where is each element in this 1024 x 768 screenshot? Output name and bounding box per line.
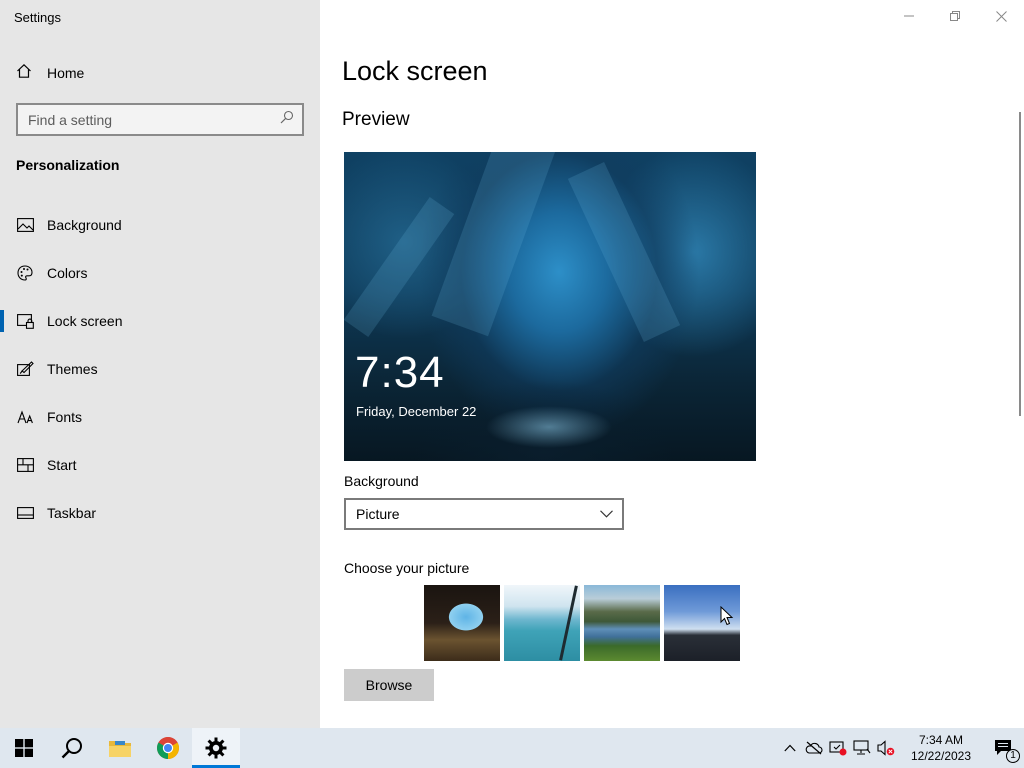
minimize-button[interactable] <box>886 0 932 32</box>
taskbar-time: 7:34 AM <box>918 733 964 747</box>
gear-icon <box>205 737 227 759</box>
restore-icon <box>950 11 960 21</box>
page-title: Lock screen <box>342 56 488 86</box>
browse-button[interactable]: Browse <box>344 669 434 701</box>
taskbar-clock[interactable]: 7:34 AM 12/22/2023 <box>904 732 978 764</box>
folder-icon <box>109 741 131 757</box>
action-center-button[interactable]: 1 <box>984 728 1024 768</box>
picture-thumbnail[interactable] <box>584 585 660 661</box>
network-icon <box>853 740 871 755</box>
chevron-down-icon <box>600 510 613 518</box>
themes-icon <box>16 360 34 378</box>
home-label: Home <box>47 65 85 81</box>
scrollbar[interactable] <box>1019 112 1021 416</box>
sidebar-nav: Background Colors Lock screen Themes Fon… <box>0 201 320 537</box>
fonts-icon <box>16 408 34 426</box>
preview-time: 7:34 <box>355 348 445 397</box>
show-hidden-icons-button[interactable] <box>778 728 802 768</box>
sidebar-item-start[interactable]: Start <box>0 441 320 489</box>
minimize-icon <box>904 15 914 17</box>
sidebar-item-label: Lock screen <box>47 313 123 329</box>
sidebar-item-label: Themes <box>47 361 98 377</box>
search-input[interactable] <box>28 111 268 128</box>
close-icon <box>995 10 1007 22</box>
search-box[interactable] <box>16 103 304 136</box>
chrome-button[interactable] <box>144 728 192 768</box>
sidebar-item-colors[interactable]: Colors <box>0 249 320 297</box>
mouse-cursor-icon <box>720 606 734 626</box>
sidebar-item-label: Fonts <box>47 409 83 425</box>
chevron-up-icon <box>784 744 796 752</box>
background-label: Background <box>344 473 419 489</box>
background-dropdown[interactable]: Picture <box>344 498 624 530</box>
palette-icon <box>16 264 34 282</box>
sidebar-item-label: Start <box>47 457 77 473</box>
windows-logo-icon <box>15 739 33 757</box>
preview-heading: Preview <box>342 109 410 130</box>
file-explorer-button[interactable] <box>96 728 144 768</box>
sidebar-item-taskbar[interactable]: Taskbar <box>0 489 320 537</box>
close-button[interactable] <box>978 0 1024 32</box>
lock-screen-icon <box>16 312 34 330</box>
picture-thumbnail[interactable] <box>504 585 580 661</box>
lock-screen-preview: 7:34 Friday, December 22 <box>344 152 756 461</box>
security-tray-button[interactable] <box>826 728 850 768</box>
system-tray: 7:34 AM 12/22/2023 1 <box>778 728 1024 768</box>
sidebar-item-label: Background <box>47 217 122 233</box>
preview-date: Friday, December 22 <box>356 404 477 419</box>
home-icon <box>16 63 32 84</box>
section-title: Personalization <box>16 157 120 173</box>
restore-button[interactable] <box>932 0 978 32</box>
search-icon <box>61 738 82 759</box>
sidebar-item-label: Taskbar <box>47 505 97 521</box>
settings-taskbar-button[interactable] <box>192 728 240 768</box>
picture-thumbnail[interactable] <box>424 585 500 661</box>
sidebar-item-lock-screen[interactable]: Lock screen <box>0 297 320 345</box>
picture-icon <box>16 216 34 234</box>
network-tray-button[interactable] <box>850 728 874 768</box>
sidebar: Settings Home Personalization Background… <box>0 0 320 728</box>
taskbar-icon <box>16 504 34 522</box>
cloud-offline-icon <box>805 741 823 755</box>
home-button[interactable]: Home <box>16 62 84 84</box>
sidebar-item-label: Colors <box>47 265 88 281</box>
picture-thumbnails <box>424 585 740 661</box>
chrome-icon <box>157 737 179 759</box>
search-icon[interactable] <box>280 110 294 129</box>
sidebar-item-themes[interactable]: Themes <box>0 345 320 393</box>
notification-count-badge: 1 <box>1006 749 1020 763</box>
background-dropdown-value: Picture <box>356 506 400 522</box>
volume-muted-icon <box>877 740 895 756</box>
onedrive-tray-button[interactable] <box>802 728 826 768</box>
sidebar-item-fonts[interactable]: Fonts <box>0 393 320 441</box>
app-title: Settings <box>14 10 61 25</box>
security-alert-icon <box>829 741 847 756</box>
start-button[interactable] <box>0 728 48 768</box>
start-icon <box>16 456 34 474</box>
choose-picture-label: Choose your picture <box>344 560 470 576</box>
search-taskbar-button[interactable] <box>48 728 96 768</box>
volume-tray-button[interactable] <box>874 728 898 768</box>
taskbar-date: 12/22/2023 <box>910 749 972 763</box>
taskbar: 7:34 AM 12/22/2023 1 <box>0 728 1024 768</box>
sidebar-item-background[interactable]: Background <box>0 201 320 249</box>
